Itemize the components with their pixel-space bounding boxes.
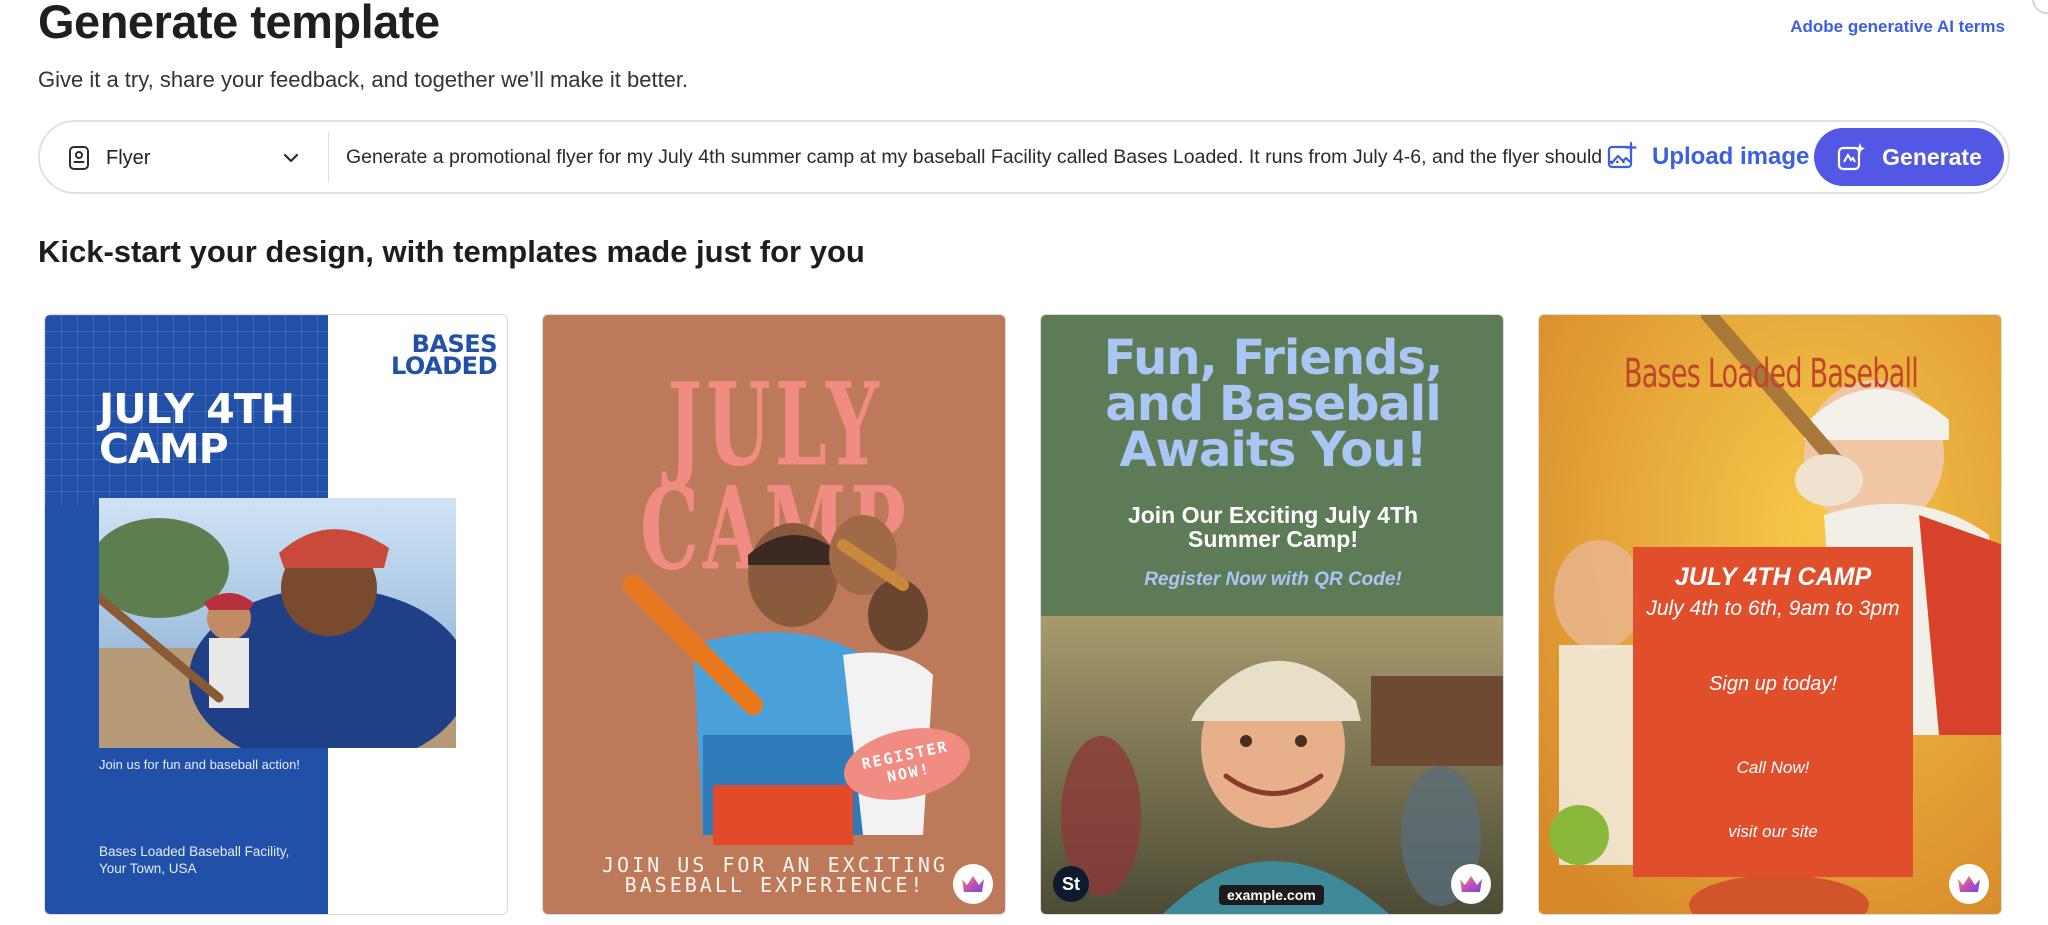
page-title: Generate template — [38, 0, 440, 48]
card-photo — [1041, 616, 1503, 914]
upload-image-icon — [1607, 141, 1637, 169]
card-brand: Bases Loaded Baseball — [1623, 351, 1919, 397]
template-card-4[interactable]: Bases Loaded Baseball JULY 4TH CAMP July… — [1538, 314, 2002, 915]
card-tagline: Join us for fun and baseball action! — [99, 757, 300, 772]
card-camp-title: JULY 4TH CAMP — [1674, 563, 1872, 591]
card-signup: Sign up today! — [1709, 673, 1837, 695]
premium-badge — [953, 864, 993, 904]
card-headline: JULY 4TH CAMP — [99, 385, 295, 473]
ai-terms-link[interactable]: Adobe generative AI terms — [1790, 17, 2005, 37]
template-type-value: Flyer — [106, 146, 151, 169]
template-card-1[interactable]: BASES LOADED JULY 4TH CAMP Join us for f… — [44, 314, 508, 915]
crown-icon — [1958, 876, 1980, 892]
card-subheadline: Join Our Exciting July 4Th Summer Camp! — [1127, 502, 1419, 552]
flyer-icon — [69, 146, 89, 170]
upload-image-button[interactable]: Upload image — [1606, 134, 1809, 180]
prompt-input[interactable]: Generate a promotional flyer for my July… — [346, 146, 1631, 169]
page-subtitle: Give it a try, share your feedback, and … — [38, 67, 689, 92]
card-photo — [623, 515, 933, 845]
prompt-bar: Flyer Generate a promotional flyer for m… — [38, 120, 2010, 194]
card-visit: visit our site — [1728, 822, 1818, 841]
card-address: Bases Loaded Baseball Facility, Your Tow… — [99, 844, 290, 876]
card-headline: Fun, Friends, and Baseball Awaits You! — [1103, 330, 1443, 478]
card-brand: BASES LOADED — [390, 330, 498, 380]
corner-button[interactable] — [2032, 0, 2048, 14]
crown-icon — [1460, 876, 1482, 892]
divider — [328, 132, 329, 182]
generate-label: Generate — [1882, 143, 1982, 170]
crown-icon — [962, 876, 984, 892]
card-photo — [99, 498, 456, 748]
card-footer-text: JOIN US FOR AN EXCITING BASEBALL EXPERIE… — [602, 853, 948, 897]
card-register-text: Register Now with QR Code! — [1144, 569, 1402, 590]
upload-image-label: Upload image — [1652, 143, 1810, 170]
template-card-3[interactable]: Fun, Friends, and Baseball Awaits You! J… — [1040, 314, 1504, 915]
card-url: example.com — [1219, 885, 1324, 905]
stock-badge: St — [1053, 866, 1089, 902]
chevron-down-icon — [283, 153, 299, 163]
premium-badge — [1451, 864, 1491, 904]
templates-section-title: Kick-start your design, with templates m… — [38, 234, 865, 269]
template-card-2[interactable]: JULY CAMP REGISTER NOW! JOIN US FOR AN E… — [542, 314, 1006, 915]
card-camp-dates: July 4th to 6th, 9am to 3pm — [1646, 597, 1900, 620]
premium-badge — [1949, 864, 1989, 904]
template-type-select[interactable]: Flyer — [66, 136, 314, 180]
sparkle-generate-icon — [1838, 143, 1866, 171]
generate-button[interactable]: Generate — [1814, 128, 2004, 186]
card-call: Call Now! — [1736, 758, 1810, 777]
